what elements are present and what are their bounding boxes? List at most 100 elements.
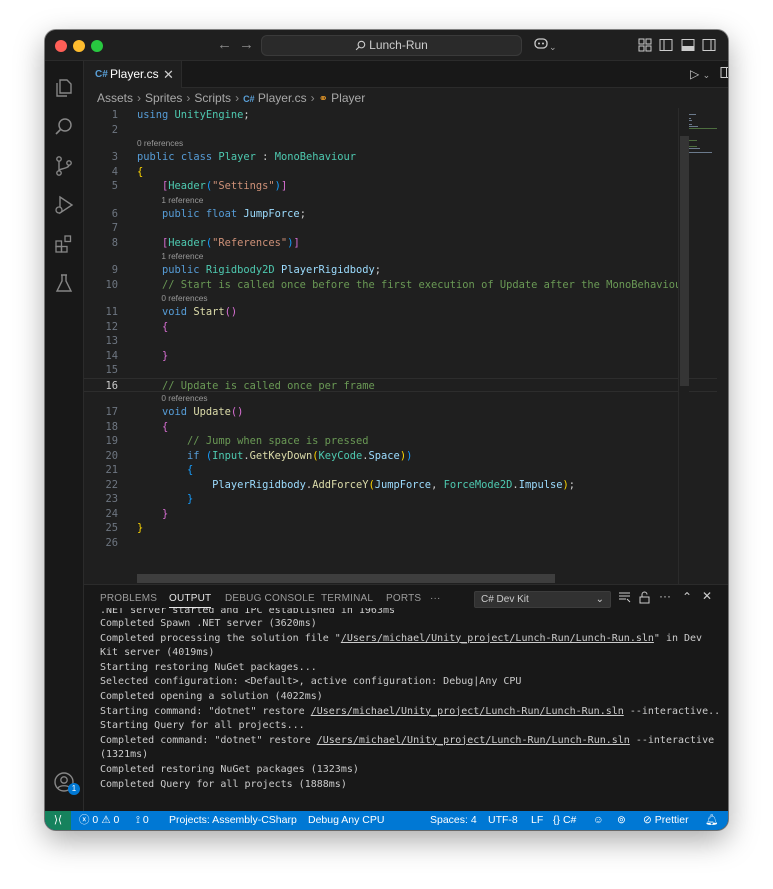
code-line[interactable]: 2 [84, 123, 717, 138]
maximize-panel-icon[interactable]: ⌃ [682, 590, 692, 604]
code-line[interactable]: 14 } [84, 349, 717, 364]
code-line[interactable]: 21 { [84, 463, 717, 478]
bell-icon[interactable]: 🔔︎ [705, 811, 718, 830]
file-path-link[interactable]: /Users/michael/Unity_project/Lunch-Run/L… [311, 706, 624, 717]
run-file-icon[interactable]: ▷ ⌄ [690, 67, 710, 81]
code-line[interactable]: 13 [84, 334, 717, 349]
run-and-debug-icon[interactable] [53, 194, 75, 216]
codelens-references[interactable]: 0 references [84, 392, 717, 405]
minimize-window-button[interactable] [73, 40, 85, 52]
code-line[interactable]: 15 [84, 363, 717, 378]
code-text: public float JumpForce; [162, 207, 306, 220]
line-number: 4 [111, 165, 118, 178]
lock-icon[interactable] [639, 591, 650, 607]
toggle-panel-icon[interactable] [681, 38, 695, 57]
editor-vertical-scrollbar[interactable] [678, 108, 689, 584]
breadcrumb-scripts[interactable]: Scripts [194, 91, 231, 105]
csharp-file-icon: C# [243, 94, 255, 104]
explorer-icon[interactable] [53, 77, 75, 99]
close-window-button[interactable] [55, 40, 67, 52]
command-center-label: Lunch-Run [369, 38, 428, 52]
forward-arrow-icon[interactable]: → [239, 37, 254, 53]
code-line[interactable]: 19 // Jump when space is pressed [84, 434, 717, 449]
csharp-file-icon: C# [95, 69, 108, 80]
codelens-references[interactable]: 0 references [84, 137, 717, 150]
tab-problems[interactable]: PROBLEMS [100, 593, 157, 604]
code-line[interactable]: 20 if (Input.GetKeyDown(KeyCode.Space)) [84, 449, 717, 464]
search-icon[interactable] [53, 116, 75, 138]
output-channel-select[interactable]: C# Dev Kit ⌄ [474, 591, 611, 608]
code-line[interactable]: 17 void Update() [84, 405, 717, 420]
breadcrumb-file[interactable]: Player.cs [258, 91, 307, 105]
prettier-status[interactable]: ⊘ Prettier [643, 811, 689, 830]
indentation-status[interactable]: Spaces: 4 [430, 811, 477, 830]
code-line[interactable]: 25} [84, 521, 717, 536]
breadcrumb-assets[interactable]: Assets [97, 91, 133, 105]
testing-flask-icon[interactable] [53, 272, 75, 294]
line-number: 15 [105, 364, 118, 376]
breadcrumb-symbol[interactable]: Player [331, 91, 365, 105]
warning-count: 0 [113, 814, 120, 826]
code-line[interactable]: 1 using UnityEngine; [84, 108, 717, 123]
notifications-bell-status-icon[interactable]: ⊚ [617, 811, 626, 830]
extensions-icon[interactable] [53, 233, 75, 255]
file-path-link[interactable]: /Users/michael/Unity_project/Lunch-Run/L… [317, 735, 630, 746]
breadcrumb-sprites[interactable]: Sprites [145, 91, 182, 105]
codelens-references[interactable]: 1 reference [84, 250, 717, 263]
close-tab-icon[interactable]: ✕ [163, 61, 174, 88]
zoom-window-button[interactable] [91, 40, 103, 52]
language-label: C# [562, 814, 577, 826]
remote-indicator-icon[interactable]: ⟩⟨ [45, 811, 71, 830]
code-line[interactable]: 26 [84, 536, 717, 551]
toggle-secondary-sidebar-icon[interactable] [702, 38, 716, 57]
language-status[interactable]: {} C# [553, 811, 576, 830]
copilot-status-icon[interactable]: ☺ [593, 811, 604, 830]
status-bar: ⟩⟨ ⓧ 0 ⚠ 0 ⟟ 0 Projects: Assembly-CSharp… [45, 811, 728, 830]
code-line[interactable]: 8 [Header("References")] [84, 236, 717, 251]
copilot-menu-button[interactable]: ⌄ [533, 37, 557, 53]
line-number: 14 [105, 349, 118, 362]
debug-config-status[interactable]: Debug Any CPU [308, 811, 384, 830]
editor-horizontal-scrollbar[interactable] [137, 574, 555, 583]
code-line[interactable]: 3 public class Player : MonoBehaviour [84, 150, 717, 165]
projects-status[interactable]: Projects: Assembly-CSharp [169, 811, 297, 830]
code-line[interactable]: 22 PlayerRigidbody.AddForceY(JumpForce, … [84, 478, 717, 493]
tab-debug-console[interactable]: DEBUG CONSOLE [225, 593, 315, 604]
code-editor[interactable]: 1 using UnityEngine; 2 0 references 3 public … [84, 108, 717, 584]
split-editor-icon[interactable] [720, 66, 728, 82]
panel-more-icon[interactable]: ··· [659, 589, 671, 603]
ports-status[interactable]: ⟟ 0 [136, 811, 149, 830]
code-line[interactable]: 16 // Update is called once per frame [84, 377, 717, 392]
close-panel-icon[interactable]: ✕ [702, 589, 712, 603]
code-line[interactable]: 4{ [84, 165, 717, 180]
problems-status[interactable]: ⓧ 0 ⚠ 0 [79, 811, 119, 830]
encoding-status[interactable]: UTF-8 [488, 811, 518, 830]
tab-terminal[interactable]: TERMINAL [321, 593, 373, 604]
eol-status[interactable]: LF [531, 811, 543, 830]
code-line[interactable]: 24 } [84, 507, 717, 522]
command-center-search[interactable]: Lunch-Run [261, 35, 522, 56]
file-path-link[interactable]: /Users/michael/Unity_project/Lunch-Run/L… [341, 633, 654, 644]
customize-layout-icon[interactable] [638, 38, 652, 57]
codelens-references[interactable]: 0 references [84, 292, 717, 305]
back-arrow-icon[interactable]: ← [217, 37, 232, 53]
code-line[interactable]: 11 void Start() [84, 305, 717, 320]
code-line[interactable]: 18 { [84, 420, 717, 435]
code-line[interactable]: 7 [84, 221, 717, 236]
tab-player-cs[interactable]: C# Player.cs ✕ [84, 61, 182, 88]
code-line[interactable]: 10 // Start is called once before the fi… [84, 278, 717, 293]
output-log[interactable]: .NET server started and IPC established … [84, 608, 718, 812]
panel-more-tabs[interactable]: ··· [430, 593, 441, 604]
code-line[interactable]: 5 [Header("Settings")] [84, 179, 717, 194]
source-control-icon[interactable] [53, 155, 75, 177]
code-line[interactable]: 12 { [84, 320, 717, 335]
code-line[interactable]: 23 } [84, 492, 717, 507]
code-line[interactable]: 9 public Rigidbody2D PlayerRigidbody; [84, 263, 717, 278]
code-line[interactable]: 6 public float JumpForce; [84, 207, 717, 222]
filter-list-icon[interactable] [618, 591, 631, 606]
toggle-primary-sidebar-icon[interactable] [659, 38, 673, 57]
tab-ports[interactable]: PORTS [386, 593, 421, 604]
output-line: Completed opening a solution (4022ms) [100, 690, 323, 702]
tab-output[interactable]: OUTPUT [169, 593, 212, 608]
codelens-references[interactable]: 1 reference [84, 194, 717, 207]
